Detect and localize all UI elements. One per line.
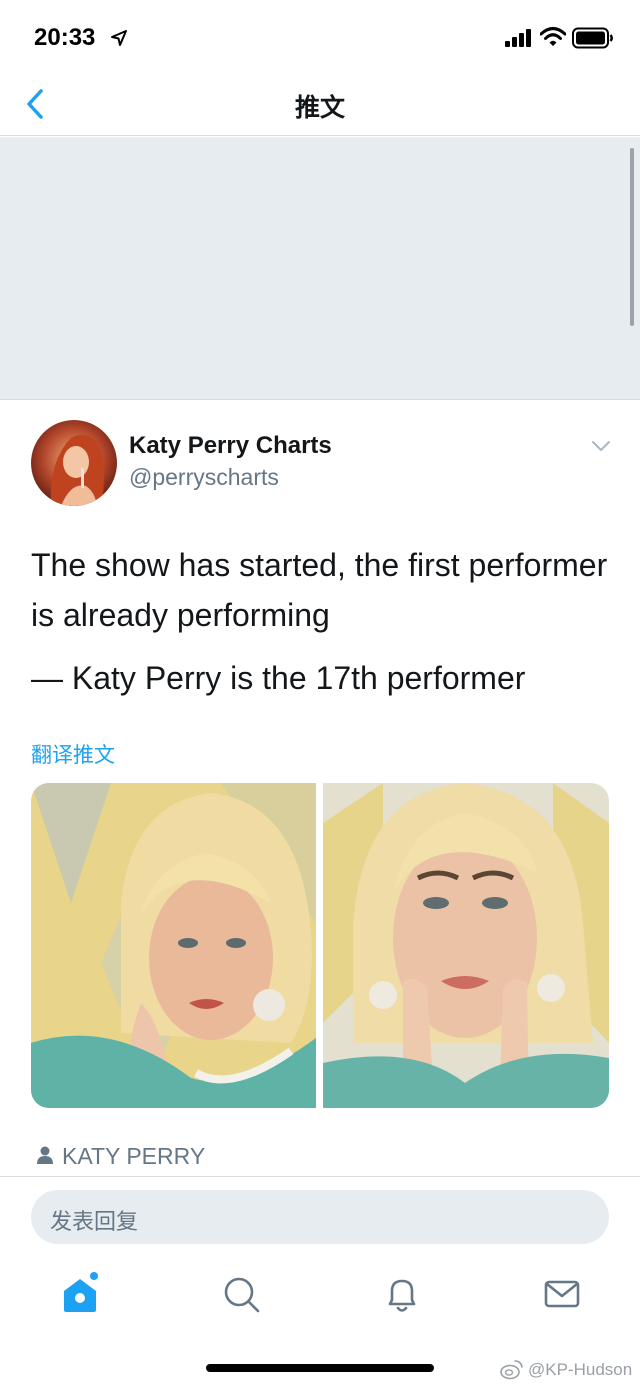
- navigation-bar: 推文: [0, 76, 640, 136]
- translate-tweet-link[interactable]: 翻译推文: [31, 739, 115, 769]
- empty-banner: [0, 137, 640, 400]
- home-icon[interactable]: [58, 1272, 102, 1316]
- tagged-user-label: KATY PERRY: [62, 1143, 206, 1169]
- status-time: 20:33: [34, 24, 96, 51]
- mail-icon[interactable]: [540, 1272, 584, 1316]
- user-handle[interactable]: @perryscharts: [129, 464, 279, 491]
- page-title: 推文: [294, 94, 345, 122]
- search-icon[interactable]: [219, 1272, 263, 1316]
- cellular-signal-icon: [505, 29, 531, 47]
- reply-input[interactable]: 发表回复: [31, 1190, 609, 1244]
- home-indicator[interactable]: [206, 1364, 434, 1372]
- reply-placeholder: 发表回复: [50, 1209, 139, 1234]
- avatar[interactable]: [31, 420, 117, 506]
- tweet-text-line-2: — Katy Perry is the 17th performer: [31, 660, 526, 696]
- weibo-icon: [500, 1360, 523, 1380]
- bell-icon[interactable]: [380, 1272, 424, 1316]
- scroll-indicator[interactable]: [630, 148, 634, 326]
- display-name[interactable]: Katy Perry Charts: [129, 432, 332, 460]
- watermark-text: @KP-Hudson: [528, 1360, 633, 1379]
- tweet-photo-1[interactable]: [31, 783, 316, 1108]
- status-bar: 20:33: [0, 0, 640, 76]
- battery-icon: [572, 27, 613, 49]
- person-icon: [37, 1146, 53, 1164]
- tweet-photo-2[interactable]: [323, 783, 609, 1108]
- chevron-down-icon[interactable]: [590, 436, 612, 456]
- wifi-icon: [540, 27, 566, 46]
- divider: [0, 1176, 640, 1177]
- location-arrow-icon: [111, 30, 127, 46]
- tweet-text: The show has started, the first performe…: [31, 547, 608, 633]
